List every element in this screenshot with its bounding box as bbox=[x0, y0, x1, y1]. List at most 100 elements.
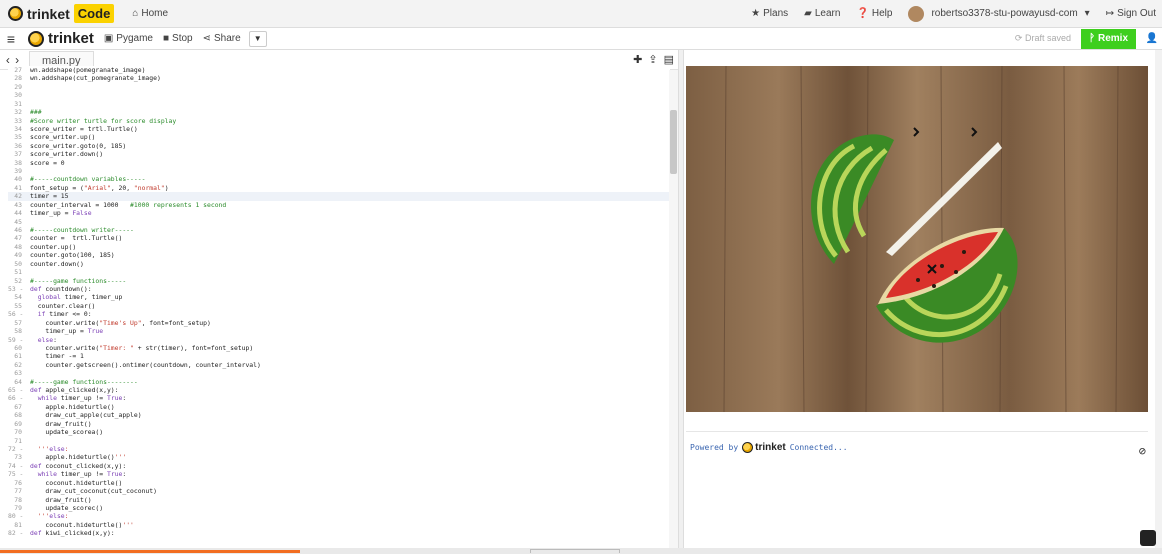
code-line[interactable]: 46 #-----countdown writer----- bbox=[8, 226, 670, 234]
image-library-icon[interactable]: ▤ bbox=[664, 53, 674, 66]
code-line[interactable]: 67 apple.hideturtle() bbox=[8, 403, 670, 411]
user-menu[interactable]: robertso3378-stu-powayusd-com ▾ bbox=[908, 5, 1090, 22]
code-line[interactable]: 73 apple.hideturtle()''' bbox=[8, 453, 670, 461]
code-line[interactable]: 71 bbox=[8, 437, 670, 445]
code-line[interactable]: 60 counter.write("Timer: " + str(timer),… bbox=[8, 344, 670, 352]
code-line[interactable]: 40 #-----countdown variables----- bbox=[8, 175, 670, 183]
code-toggle-icon[interactable]: ‹ › bbox=[0, 53, 26, 67]
learn-link[interactable]: ▰ Learn bbox=[804, 8, 840, 19]
game-scene bbox=[686, 66, 1148, 412]
code-line[interactable]: 48 counter.up() bbox=[8, 243, 670, 251]
upload-icon[interactable]: ⇪ bbox=[648, 53, 657, 66]
line-number: 80 - bbox=[8, 512, 24, 521]
code-line[interactable]: 64 #-----game functions-------- bbox=[8, 378, 670, 386]
code-line[interactable]: 69 draw_fruit() bbox=[8, 420, 670, 428]
code-line[interactable]: 51 bbox=[8, 268, 670, 276]
code-line[interactable]: 58 timer_up = True bbox=[8, 327, 670, 335]
code-line[interactable]: 30 bbox=[8, 91, 670, 99]
code-text: timer -= 1 bbox=[30, 352, 84, 361]
trinket-toolbar-logo[interactable]: trinket bbox=[28, 30, 94, 47]
code-line[interactable]: 27 wn.addshape(pomegranate_image) bbox=[8, 66, 670, 74]
line-number: 57 bbox=[14, 318, 22, 327]
editor-scrollbar[interactable] bbox=[669, 70, 678, 548]
menu-icon[interactable]: ≡ bbox=[0, 31, 22, 47]
code-line[interactable]: 78 draw_fruit() bbox=[8, 496, 670, 504]
home-link[interactable]: ⌂ Home bbox=[132, 8, 168, 19]
code-line[interactable]: 68 draw_cut_apple(cut_apple) bbox=[8, 411, 670, 419]
line-number: 37 bbox=[14, 150, 22, 159]
code-line[interactable]: 80 - '''else: bbox=[8, 512, 670, 520]
code-line[interactable]: 76 coconut.hideturtle() bbox=[8, 479, 670, 487]
code-line[interactable]: 62 counter.getscreen().ontimer(countdown… bbox=[8, 361, 670, 369]
code-text: #-----countdown writer----- bbox=[30, 226, 134, 235]
code-line[interactable]: 28 wn.addshape(cut_pomegranate_image) bbox=[8, 74, 670, 82]
plans-link[interactable]: ★ Plans bbox=[751, 8, 788, 19]
chat-icon[interactable] bbox=[1140, 530, 1156, 546]
code-line[interactable]: 75 - while timer_up != True: bbox=[8, 470, 670, 478]
powered-by: Powered by trinket Connected... bbox=[690, 442, 848, 453]
code-line[interactable]: 66 - while timer_up != True: bbox=[8, 394, 670, 402]
help-link[interactable]: ❓ Help bbox=[856, 8, 892, 19]
stop-button[interactable]: ■ Stop bbox=[163, 33, 193, 44]
clear-console-icon[interactable]: ⊘ bbox=[1139, 444, 1146, 458]
share-icon: ⋖ bbox=[202, 33, 211, 44]
editor-scroll-thumb[interactable] bbox=[670, 110, 677, 174]
code-line[interactable]: 79 update_scorec() bbox=[8, 504, 670, 512]
page-scrollbar[interactable] bbox=[1155, 50, 1162, 548]
code-line[interactable]: 57 counter.write("Time's Up", font=font_… bbox=[8, 319, 670, 327]
code-line[interactable]: 65 - def apple_clicked(x,y): bbox=[8, 386, 670, 394]
code-line[interactable]: 38 score = 0 bbox=[8, 159, 670, 167]
user-icon[interactable]: 👤 bbox=[1142, 33, 1162, 44]
code-line[interactable]: 61 timer -= 1 bbox=[8, 352, 670, 360]
sign-out-link[interactable]: ↦ Sign Out bbox=[1106, 8, 1156, 19]
trinket-logo[interactable]: trinket Code bbox=[8, 4, 115, 23]
code-line[interactable]: 44 timer_up = False bbox=[8, 209, 670, 217]
add-file-icon[interactable]: ✚ bbox=[633, 53, 642, 66]
code-editor[interactable]: 27 wn.addshape(pomegranate_image) 28 wn.add… bbox=[8, 66, 670, 546]
code-line[interactable]: 45 bbox=[8, 218, 670, 226]
remix-button[interactable]: ᚹ Remix bbox=[1080, 28, 1136, 49]
code-line[interactable]: 37 score_writer.down() bbox=[8, 150, 670, 158]
code-line[interactable]: 50 counter.down() bbox=[8, 260, 670, 268]
code-line[interactable]: 31 bbox=[8, 100, 670, 108]
code-line[interactable]: 42 timer = 15 bbox=[8, 192, 670, 201]
console-output[interactable]: Powered by trinket Connected... ⊘ bbox=[686, 436, 1156, 546]
code-line[interactable]: 41 font_setup = ("Arial", 20, "normal") bbox=[8, 184, 670, 192]
code-text: score = 0 bbox=[30, 158, 65, 167]
code-line[interactable]: 54 global timer, timer_up bbox=[8, 293, 670, 301]
code-line[interactable]: 35 score_writer.up() bbox=[8, 133, 670, 141]
more-options-dropdown[interactable]: ▼ bbox=[248, 30, 267, 47]
sign-out-label: Sign Out bbox=[1117, 8, 1156, 19]
code-line[interactable]: 53 - def countdown(): bbox=[8, 285, 670, 293]
pane-splitter[interactable] bbox=[678, 50, 684, 548]
code-line[interactable]: 59 - else: bbox=[8, 336, 670, 344]
code-line[interactable]: 29 bbox=[8, 83, 670, 91]
line-number: 63 bbox=[14, 369, 22, 378]
share-button[interactable]: ⋖ Share bbox=[203, 33, 241, 44]
code-line[interactable]: 32 ### bbox=[8, 108, 670, 116]
code-line[interactable]: 55 counter.clear() bbox=[8, 302, 670, 310]
code-line[interactable]: 81 coconut.hideturtle()''' bbox=[8, 521, 670, 529]
code-line[interactable]: 82 - def kiwi_clicked(x,y): bbox=[8, 529, 670, 537]
line-number: 27 bbox=[14, 66, 22, 74]
code-line[interactable]: 36 score_writer.goto(0, 185) bbox=[8, 142, 670, 150]
code-line[interactable]: 70 update_scorea() bbox=[8, 428, 670, 436]
code-line[interactable]: 52 #-----game functions----- bbox=[8, 277, 670, 285]
code-line[interactable]: 33 #Score writer turtle for score display bbox=[8, 117, 670, 125]
code-line[interactable]: 47 counter = trtl.Turtle() bbox=[8, 234, 670, 242]
game-canvas[interactable] bbox=[686, 66, 1148, 412]
pygame-button[interactable]: ▣ Pygame bbox=[104, 33, 153, 44]
code-line[interactable]: 49 counter.goto(100, 185) bbox=[8, 251, 670, 259]
code-line[interactable]: 72 - '''else: bbox=[8, 445, 670, 453]
code-line[interactable]: 39 bbox=[8, 167, 670, 175]
code-line[interactable]: 43 counter_interval = 1000 #1000 represen… bbox=[8, 201, 670, 209]
code-line[interactable]: 63 bbox=[8, 369, 670, 377]
pygame-label: Pygame bbox=[116, 33, 153, 44]
code-line[interactable]: 74 - def coconut_clicked(x,y): bbox=[8, 462, 670, 470]
code-line[interactable]: 77 draw_cut_coconut(cut_coconut) bbox=[8, 487, 670, 495]
code-line[interactable]: 34 score_writer = trtl.Turtle() bbox=[8, 125, 670, 133]
code-text: score_writer = trtl.Turtle() bbox=[30, 124, 138, 133]
code-line[interactable]: 56 - if timer <= 0: bbox=[8, 310, 670, 318]
book-icon: ▰ bbox=[804, 8, 812, 19]
